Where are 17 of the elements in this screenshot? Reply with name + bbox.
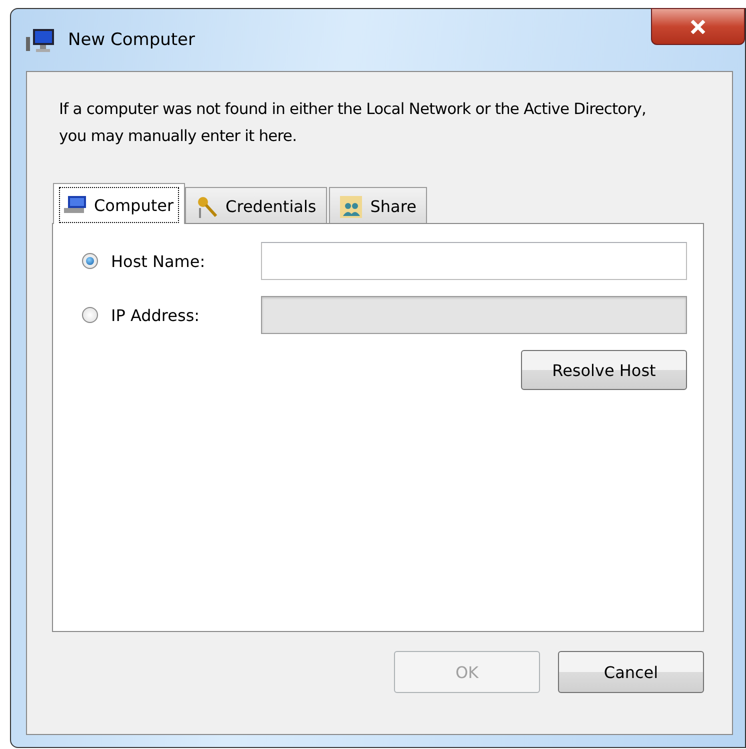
input-field[interactable] [261,242,687,280]
option-label: Host Name: [111,252,206,270]
window-title: New Computer [68,30,195,50]
dialog-button[interactable]: Cancel [558,651,704,693]
people-icon [340,196,364,218]
tab[interactable]: Computer [53,183,185,224]
description-text: If a computer was not found in either the Local Network or the Active Directory, you may manually enter it here. [59,99,648,147]
computer-icon [26,27,56,53]
tab[interactable]: Credentials [184,187,328,223]
key-icon [196,196,220,218]
radio-button[interactable] [82,253,98,269]
computer-icon [64,195,88,215]
resolve-host-button[interactable]: Resolve Host [521,350,687,390]
option-label: IP Address: [111,306,201,324]
close-icon [690,20,706,34]
tab[interactable]: Share [329,187,428,223]
close-button[interactable] [651,8,745,45]
